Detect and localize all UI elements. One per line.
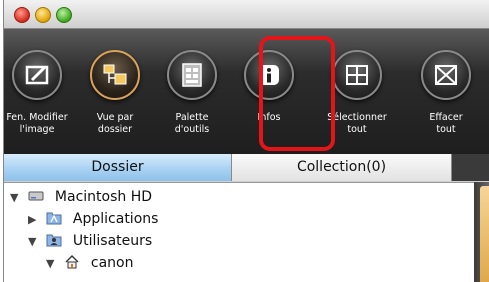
tree-item-applications[interactable]: ▶ Applications	[28, 208, 158, 230]
applications-folder-icon	[46, 212, 62, 225]
clear-all-icon	[435, 65, 457, 85]
edit-image-button[interactable]: Fen. Modifier l'image	[4, 50, 76, 150]
edit-image-button-circle[interactable]	[12, 50, 62, 100]
info-highlight-frame	[259, 36, 335, 151]
tree-item-utilisateurs[interactable]: ▼ Utilisateurs	[28, 230, 152, 252]
clear-all-label: Effacer tout	[429, 112, 463, 135]
select-all-icon	[346, 65, 368, 85]
toolbar: Fen. Modifier l'image Vue par dossier Pa…	[4, 29, 489, 154]
folder-view-button[interactable]: Vue par dossier	[76, 50, 154, 150]
disclosure-closed-icon[interactable]: ▶	[28, 209, 42, 231]
tree-item-label: canon	[90, 255, 134, 271]
close-button[interactable]	[14, 7, 30, 23]
clear-all-button[interactable]: Effacer tout	[407, 50, 485, 150]
tab-collection[interactable]: Collection(0)	[232, 154, 452, 181]
disclosure-open-icon[interactable]: ▼	[46, 253, 60, 275]
tool-palette-label: Palette d'outils	[174, 112, 210, 135]
tree-item-canon[interactable]: ▼ canon	[46, 252, 134, 274]
tool-palette-button[interactable]: Palette d'outils	[153, 50, 231, 150]
minimize-button[interactable]	[35, 7, 51, 23]
zoom-button[interactable]	[56, 7, 72, 23]
tool-palette-button-circle[interactable]	[167, 50, 217, 100]
tree-item-label: Applications	[72, 211, 159, 227]
select-all-button-circle[interactable]	[332, 50, 382, 100]
title-bar	[4, 0, 489, 29]
home-icon	[65, 255, 79, 269]
browser-window: Fen. Modifier l'image Vue par dossier Pa…	[3, 0, 489, 282]
hard-drive-icon	[28, 191, 44, 201]
users-folder-icon	[46, 234, 62, 247]
folder-view-label: Vue par dossier	[96, 112, 134, 135]
folder-tree: ▼ Macintosh HD ▶ Applications ▼ Utilisat…	[4, 182, 474, 282]
tab-dossier[interactable]: Dossier	[4, 154, 232, 181]
disclosure-open-icon[interactable]: ▼	[28, 231, 42, 253]
clear-all-button-circle[interactable]	[421, 50, 471, 100]
tree-item-label: Macintosh HD	[54, 189, 153, 205]
folder-view-button-circle[interactable]	[90, 50, 140, 100]
tab-bar-filler	[452, 154, 489, 181]
thumbnail-preview[interactable]	[480, 186, 489, 282]
tree-item-macintosh-hd[interactable]: ▼ Macintosh HD	[10, 186, 152, 208]
folder-view-icon	[103, 64, 127, 85]
edit-image-label: Fen. Modifier l'image	[6, 112, 68, 135]
tree-item-label: Utilisateurs	[72, 233, 153, 249]
edit-image-icon	[25, 65, 49, 85]
view-tabs: Dossier Collection(0)	[4, 154, 489, 182]
tool-palette-icon	[182, 63, 202, 87]
disclosure-open-icon[interactable]: ▼	[10, 187, 24, 209]
